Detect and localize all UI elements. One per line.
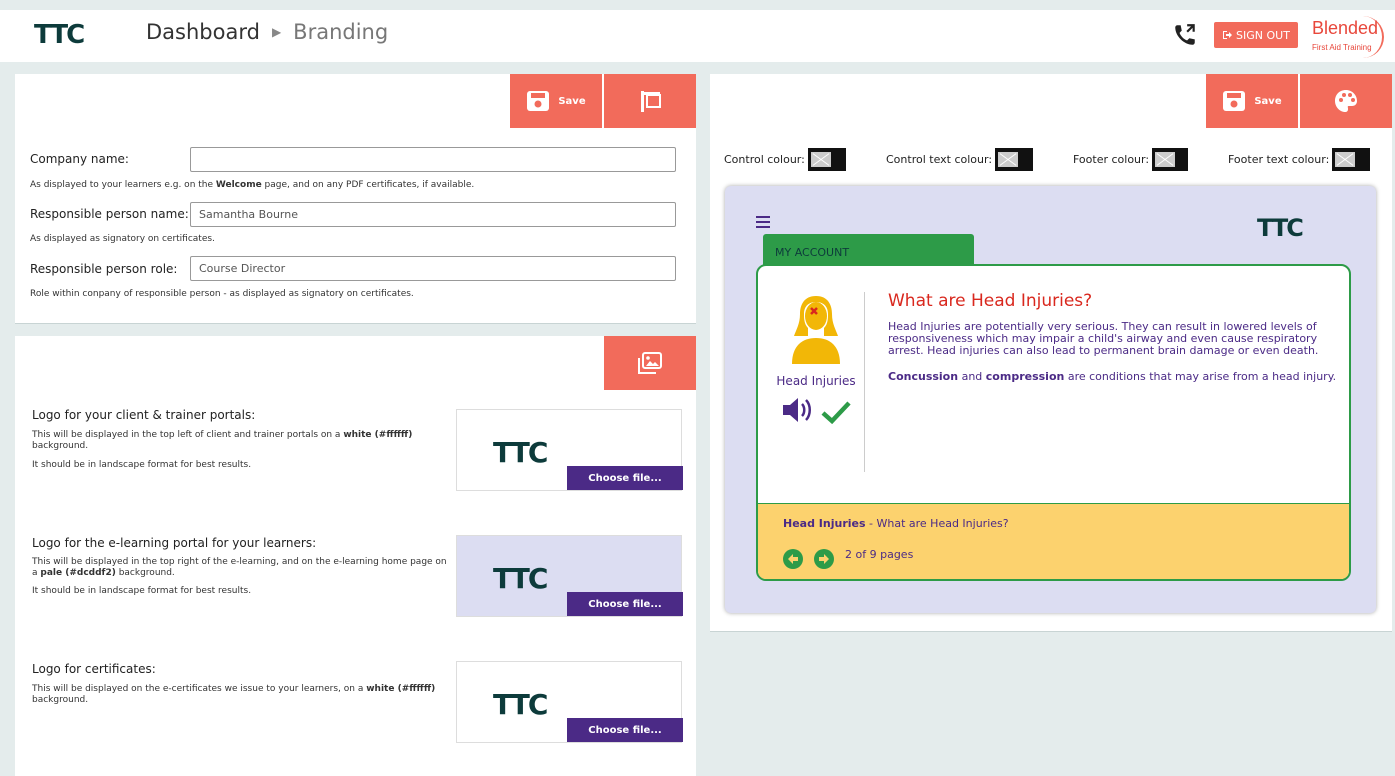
elearning-logo-preview: TTC Choose file... [456,535,683,617]
person-name-input[interactable]: Samantha Bourne [190,202,676,227]
elearning-logo-hint-format: It should be in landscape format for bes… [32,586,252,596]
broken-image-icon [998,152,1019,167]
brand-tagline: First Aid Training [1312,43,1372,52]
blended-brand-logo: Blended First Aid Training [1308,16,1384,58]
control-text-colour-picker[interactable]: Control text colour: [886,148,1034,171]
elearning-logo-title: Logo for the e-learning portal for your … [32,536,317,550]
head-injury-person-icon [792,296,840,364]
breadcrumb-dashboard[interactable]: Dashboard [146,20,260,44]
footer-text-colour-swatch[interactable] [1332,148,1371,171]
hamburger-menu-icon[interactable] [756,216,770,231]
broken-image-icon [810,152,831,167]
breadcrumb-separator-icon: ▶ [271,25,282,39]
arrow-left-icon [788,554,798,564]
certificate-logo-title: Logo for certificates: [32,662,156,676]
control-colour-swatch[interactable] [807,148,846,171]
lesson-title: What are Head Injuries? [888,291,1093,311]
portal-logo-hint: This will be displayed in the top left o… [32,430,413,451]
footer-text-colour-picker[interactable]: Footer text colour: [1228,148,1371,171]
topic-label: Head Injuries [776,374,856,388]
sign-out-icon [1223,31,1233,39]
portal-logo-hint-format: It should be in landscape format for bes… [32,460,252,470]
palette-button[interactable] [1300,74,1392,128]
control-colour-picker[interactable]: Control colour: [724,148,846,171]
sign-out-button[interactable]: SIGN OUT [1214,22,1298,48]
lesson-footer: Head Injuries - What are Head Injuries? … [758,503,1349,579]
footer-colour-label: Footer colour: [1073,153,1150,166]
control-text-colour-swatch[interactable] [995,148,1034,171]
person-role-label: Responsible person role: [30,262,178,276]
company-name-label: Company name: [30,152,129,166]
colours-save-button[interactable]: Save [1206,74,1298,128]
control-colour-label: Control colour: [724,153,805,166]
next-page-button[interactable] [814,549,834,569]
ttc-logo[interactable]: TTC [34,20,85,50]
logos-image-button[interactable] [604,336,696,390]
palette-icon [1335,90,1357,112]
lesson-paragraph-2: Concussion and compression are condition… [888,370,1337,383]
previous-page-button[interactable] [783,549,803,569]
save-label: Save [1254,95,1282,107]
elearning-ttc-logo: TTC [493,562,548,595]
brand-name: Blended [1312,18,1379,38]
images-icon [638,352,662,374]
broken-image-icon [1155,152,1176,167]
footer-colour-picker[interactable]: Footer colour: [1073,148,1189,171]
lesson-card: Head Injuries What are Head Injuries? He… [756,264,1351,581]
breadcrumb-branding: Branding [293,20,389,44]
sign-out-label: SIGN OUT [1236,28,1290,42]
preview-ttc-logo: TTC [1257,214,1304,242]
elearning-logo-hint: This will be displayed in the top right … [32,557,447,578]
company-name-input[interactable] [190,147,676,172]
logos-panel: Logo for your client & trainer portals: … [15,336,696,776]
colours-panel: Save Control colour: Control text colour… [710,74,1392,632]
save-label: Save [558,95,586,107]
breadcrumb: Dashboard ▶ Branding [146,20,388,44]
arrow-right-icon [819,554,829,564]
audio-speaker-icon[interactable] [781,396,815,424]
lesson-paragraph-1: Head Injuries are potentially very serio… [888,320,1319,357]
certificate-choose-file-button[interactable]: Choose file... [567,718,683,742]
page-counter: 2 of 9 pages [845,548,914,561]
topic-sidebar: Head Injuries [766,292,866,428]
person-role-input[interactable]: Course Director [190,256,676,281]
broken-image-icon [1335,152,1356,167]
banner-flag-icon [641,91,661,112]
footer-text-colour-label: Footer text colour: [1228,153,1330,166]
portal-ttc-logo: TTC [493,436,548,469]
company-details-panel: Save Company name: As displayed to your … [15,74,696,324]
person-role-hint: Role within conpany of responsible perso… [30,289,414,299]
phone-transfer-icon[interactable] [1172,22,1198,48]
portal-choose-file-button[interactable]: Choose file... [567,466,683,490]
certificate-ttc-logo: TTC [493,688,548,721]
company-banner-button[interactable] [604,74,696,128]
elearning-choose-file-button[interactable]: Choose file... [567,592,683,616]
person-name-hint: As displayed as signatory on certificate… [30,234,215,244]
certificate-logo-hint: This will be displayed on the e-certific… [32,684,436,705]
top-header: TTC Dashboard ▶ Branding SIGN OUT Blende… [0,10,1395,62]
card-divider [864,292,865,472]
save-icon [527,91,550,111]
portal-logo-title: Logo for your client & trainer portals: [32,408,256,422]
company-name-hint: As displayed to your learners e.g. on th… [30,180,475,190]
control-text-colour-label: Control text colour: [886,153,993,166]
portal-logo-preview: TTC Choose file... [456,409,683,491]
certificate-logo-preview: TTC Choose file... [456,661,683,743]
elearning-preview: TTC MY ACCOUNT Head Injuries What are He… [725,186,1376,613]
company-save-button[interactable]: Save [510,74,602,128]
checkmark-icon [821,401,851,425]
save-icon [1223,91,1246,111]
footer-breadcrumb: Head Injuries - What are Head Injuries? [783,517,1009,530]
footer-colour-swatch[interactable] [1152,148,1189,171]
person-name-label: Responsible person name: [30,207,189,221]
